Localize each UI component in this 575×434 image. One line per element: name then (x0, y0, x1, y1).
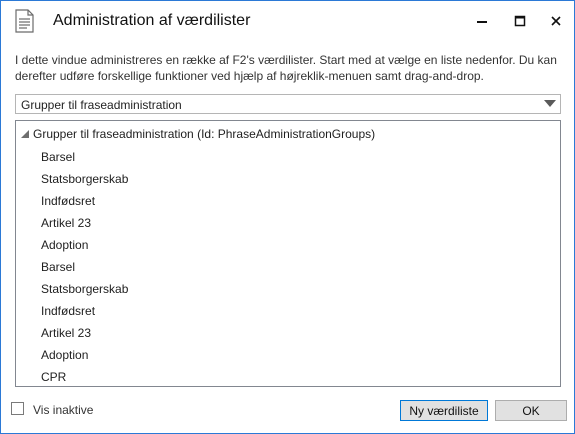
new-value-list-button[interactable]: Ny værdiliste (400, 400, 488, 421)
tree-root-node[interactable]: Grupper til fraseadministration (Id: Phr… (16, 124, 560, 142)
tree-item[interactable]: Indfødsret (16, 190, 560, 212)
expand-collapse-icon[interactable] (21, 130, 29, 138)
ok-button[interactable]: OK (495, 400, 567, 421)
tree-item[interactable]: Indfødsret (16, 300, 560, 322)
tree-items: Barsel Statsborgerskab Indfødsret Artike… (16, 146, 560, 386)
list-selector-value: Grupper til fraseadministration (21, 98, 182, 112)
window-title: Administration af værdilister (53, 12, 251, 29)
tree-item[interactable]: Barsel (16, 256, 560, 278)
minimize-button[interactable] (467, 9, 497, 33)
tree-item[interactable]: Statsborgerskab (16, 168, 560, 190)
tree-item[interactable]: Artikel 23 (16, 212, 560, 234)
document-list-icon (15, 9, 34, 33)
tree-item[interactable]: Barsel (16, 146, 560, 168)
show-inactive-checkbox[interactable] (11, 402, 24, 415)
tree-item[interactable]: Adoption (16, 344, 560, 366)
tree-root-label: Grupper til fraseadministration (Id: Phr… (33, 127, 376, 141)
close-icon (551, 16, 561, 26)
tree-item[interactable]: Artikel 23 (16, 322, 560, 344)
tree-item[interactable]: Statsborgerskab (16, 278, 560, 300)
list-selector-dropdown[interactable]: Grupper til fraseadministration (15, 94, 561, 114)
chevron-down-icon (544, 100, 556, 107)
maximize-icon (514, 15, 526, 27)
description-text: I dette vindue administreres en række af… (15, 53, 557, 83)
tree-item[interactable]: CPR (16, 366, 560, 386)
minimize-icon (477, 21, 487, 23)
dialog-window: Administration af værdilister I dette vi… (0, 0, 575, 434)
tree-item[interactable]: Adoption (16, 234, 560, 256)
show-inactive-label: Vis inaktive (33, 403, 94, 417)
close-button[interactable] (541, 9, 571, 33)
value-list-tree[interactable]: Grupper til fraseadministration (Id: Phr… (15, 120, 561, 387)
maximize-button[interactable] (505, 9, 535, 33)
title-bar[interactable]: Administration af værdilister (1, 1, 574, 41)
